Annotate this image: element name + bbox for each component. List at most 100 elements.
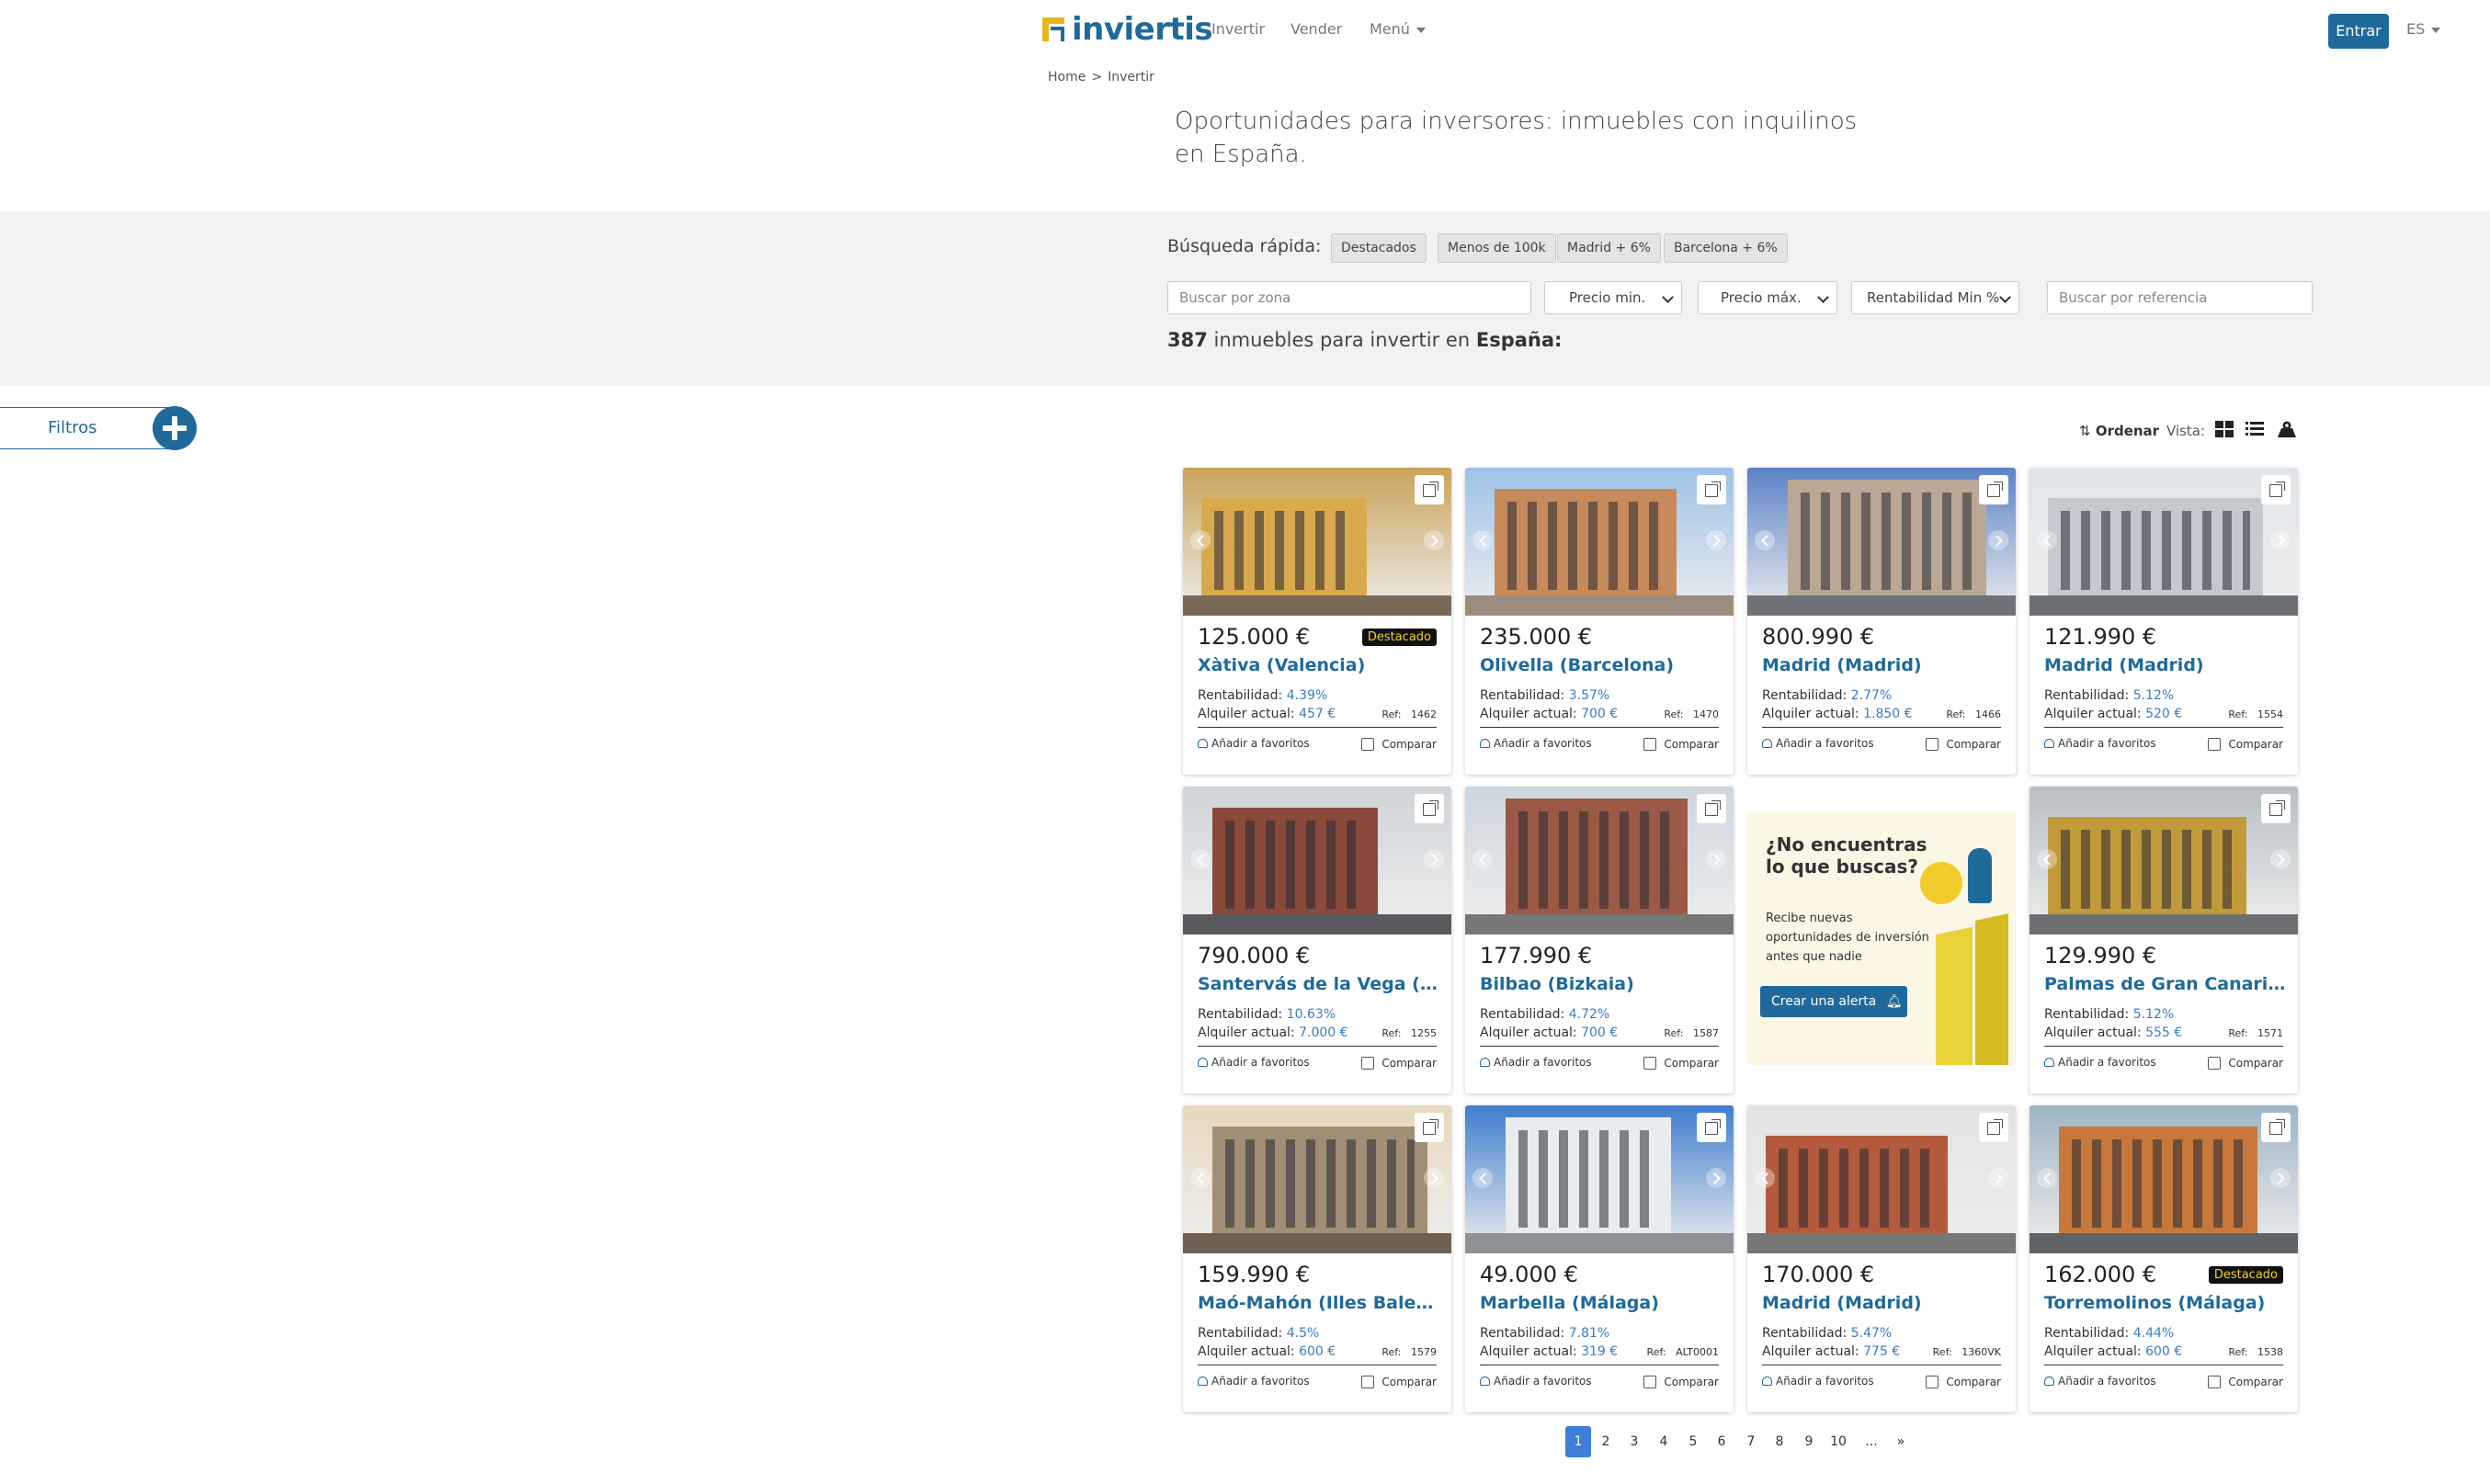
listing-card[interactable]: 49.000 € Marbella (Málaga) Rentabilidad:… [1465, 1105, 1734, 1412]
prev-photo-icon[interactable] [1190, 849, 1211, 869]
listing-location[interactable]: Palmas de Gran Canaria, L… [2044, 974, 2289, 994]
listing-photo[interactable] [1747, 468, 2016, 616]
listing-photo[interactable] [2030, 468, 2298, 616]
listing-photo[interactable] [1183, 1105, 1451, 1253]
prev-photo-icon[interactable] [1472, 530, 1493, 550]
page-5-button[interactable]: 5 [1680, 1426, 1706, 1457]
open-external-icon[interactable] [1979, 1113, 2008, 1142]
prev-photo-icon[interactable] [1755, 530, 1775, 550]
reference-search-input[interactable]: Buscar por referencia [2047, 281, 2313, 314]
next-photo-icon[interactable] [2270, 849, 2291, 869]
chip-destacados[interactable]: Destacados [1331, 233, 1427, 263]
next-photo-icon[interactable] [1988, 530, 2008, 550]
compare-checkbox[interactable]: Comparar [2208, 738, 2283, 751]
listing-location[interactable]: Xàtiva (Valencia) [1198, 655, 1442, 675]
listing-photo[interactable] [1465, 787, 1734, 935]
compare-checkbox[interactable]: Comparar [1643, 1376, 1719, 1388]
compare-checkbox[interactable]: Comparar [2208, 1057, 2283, 1070]
add-favorite-button[interactable]: Añadir a favoritos [1480, 737, 1592, 750]
listing-photo[interactable] [1465, 1105, 1734, 1253]
rent-min-select[interactable]: Rentabilidad Min % [1851, 281, 2019, 314]
listing-location[interactable]: Bilbao (Bizkaia) [1480, 974, 1724, 994]
listing-card[interactable]: 177.990 € Bilbao (Bizkaia) Rentabilidad:… [1465, 787, 1734, 1093]
listing-location[interactable]: Santervás de la Vega (Pal… [1198, 974, 1442, 994]
listing-photo[interactable] [2030, 1105, 2298, 1253]
listing-location[interactable]: Madrid (Madrid) [1762, 655, 2007, 675]
add-favorite-button[interactable]: Añadir a favoritos [1198, 1056, 1310, 1069]
listing-location[interactable]: Torremolinos (Málaga) [2044, 1293, 2289, 1313]
nav-menu[interactable]: Menú [1370, 17, 1426, 42]
open-external-icon[interactable] [1979, 475, 2008, 504]
open-external-icon[interactable] [2261, 1113, 2291, 1142]
open-external-icon[interactable] [2261, 794, 2291, 823]
listing-card[interactable]: 121.990 € Madrid (Madrid) Rentabilidad: … [2030, 468, 2298, 775]
next-photo-icon[interactable] [2270, 530, 2291, 550]
prev-photo-icon[interactable] [2037, 1168, 2057, 1188]
prev-photo-icon[interactable] [1190, 1168, 1211, 1188]
add-favorite-button[interactable]: Añadir a favoritos [2044, 1056, 2156, 1069]
list-view-icon[interactable] [2246, 421, 2264, 437]
listing-card[interactable]: 125.000 € Destacado Xàtiva (Valencia) Re… [1183, 468, 1451, 775]
next-photo-icon[interactable] [1424, 1168, 1444, 1188]
page-7-button[interactable]: 7 [1738, 1426, 1764, 1457]
listing-card[interactable]: 800.990 € Madrid (Madrid) Rentabilidad: … [1747, 468, 2016, 775]
listing-location[interactable]: Madrid (Madrid) [2044, 655, 2289, 675]
listing-card[interactable]: 162.000 € Destacado Torremolinos (Málaga… [2030, 1105, 2298, 1412]
listing-card[interactable]: 170.000 € Madrid (Madrid) Rentabilidad: … [1747, 1105, 2016, 1412]
open-external-icon[interactable] [1415, 794, 1444, 823]
plus-icon[interactable] [153, 406, 197, 450]
listing-photo[interactable] [1747, 1105, 2016, 1253]
sort-button[interactable]: ⇅ Ordenar [2079, 423, 2159, 439]
open-external-icon[interactable] [1415, 1113, 1444, 1142]
open-external-icon[interactable] [2261, 475, 2291, 504]
next-photo-icon[interactable] [1424, 849, 1444, 869]
price-min-select[interactable]: Precio min. [1544, 281, 1682, 314]
page-10-button[interactable]: 10 [1825, 1426, 1851, 1457]
add-favorite-button[interactable]: Añadir a favoritos [1762, 1375, 1874, 1388]
zone-search-input[interactable]: Buscar por zona [1167, 281, 1531, 314]
add-favorite-button[interactable]: Añadir a favoritos [1480, 1375, 1592, 1388]
map-view-icon[interactable] [2277, 421, 2296, 437]
listing-location[interactable]: Olivella (Barcelona) [1480, 655, 1724, 675]
compare-checkbox[interactable]: Comparar [1926, 1376, 2001, 1388]
listing-location[interactable]: Maó-Mahón (Illes Balears) [1198, 1293, 1442, 1313]
prev-photo-icon[interactable] [1472, 849, 1493, 869]
prev-photo-icon[interactable] [1755, 1168, 1775, 1188]
page-6-button[interactable]: 6 [1709, 1426, 1734, 1457]
listing-photo[interactable] [1183, 787, 1451, 935]
chip-madrid-6[interactable]: Madrid + 6% [1557, 233, 1661, 263]
open-external-icon[interactable] [1415, 475, 1444, 504]
nav-invertir[interactable]: Invertir [1211, 17, 1265, 42]
compare-checkbox[interactable]: Comparar [1361, 1376, 1437, 1388]
listing-card[interactable]: 159.990 € Maó-Mahón (Illes Balears) Rent… [1183, 1105, 1451, 1412]
page-8-button[interactable]: 8 [1767, 1426, 1792, 1457]
listing-location[interactable]: Madrid (Madrid) [1762, 1293, 2007, 1313]
listing-location[interactable]: Marbella (Málaga) [1480, 1293, 1724, 1313]
compare-checkbox[interactable]: Comparar [1643, 1057, 1719, 1070]
next-photo-icon[interactable] [1706, 530, 1726, 550]
chip-menos-100k[interactable]: Menos de 100k [1438, 233, 1556, 263]
login-button[interactable]: Entrar [2328, 14, 2389, 49]
nav-vender[interactable]: Vender [1290, 17, 1342, 42]
listing-photo[interactable] [1183, 468, 1451, 616]
add-favorite-button[interactable]: Añadir a favoritos [2044, 1375, 2156, 1388]
next-photo-icon[interactable] [1424, 530, 1444, 550]
compare-checkbox[interactable]: Comparar [1926, 738, 2001, 751]
add-favorite-button[interactable]: Añadir a favoritos [1480, 1056, 1592, 1069]
listing-card[interactable]: 790.000 € Santervás de la Vega (Pal… Ren… [1183, 787, 1451, 1093]
create-alert-button[interactable]: Crear una alerta 🔔︎ [1760, 986, 1907, 1017]
prev-photo-icon[interactable] [1190, 530, 1211, 550]
add-favorite-button[interactable]: Añadir a favoritos [1198, 737, 1310, 750]
page-2-button[interactable]: 2 [1593, 1426, 1619, 1457]
compare-checkbox[interactable]: Comparar [1361, 1057, 1437, 1070]
language-selector[interactable]: ES [2406, 17, 2441, 42]
page-4-button[interactable]: 4 [1651, 1426, 1677, 1457]
listing-photo[interactable] [1465, 468, 1734, 616]
next-photo-icon[interactable] [1706, 849, 1726, 869]
open-external-icon[interactable] [1697, 1113, 1726, 1142]
next-photo-icon[interactable] [1706, 1168, 1726, 1188]
add-favorite-button[interactable]: Añadir a favoritos [1198, 1375, 1310, 1388]
open-external-icon[interactable] [1697, 475, 1726, 504]
prev-photo-icon[interactable] [1472, 1168, 1493, 1188]
compare-checkbox[interactable]: Comparar [2208, 1376, 2283, 1388]
